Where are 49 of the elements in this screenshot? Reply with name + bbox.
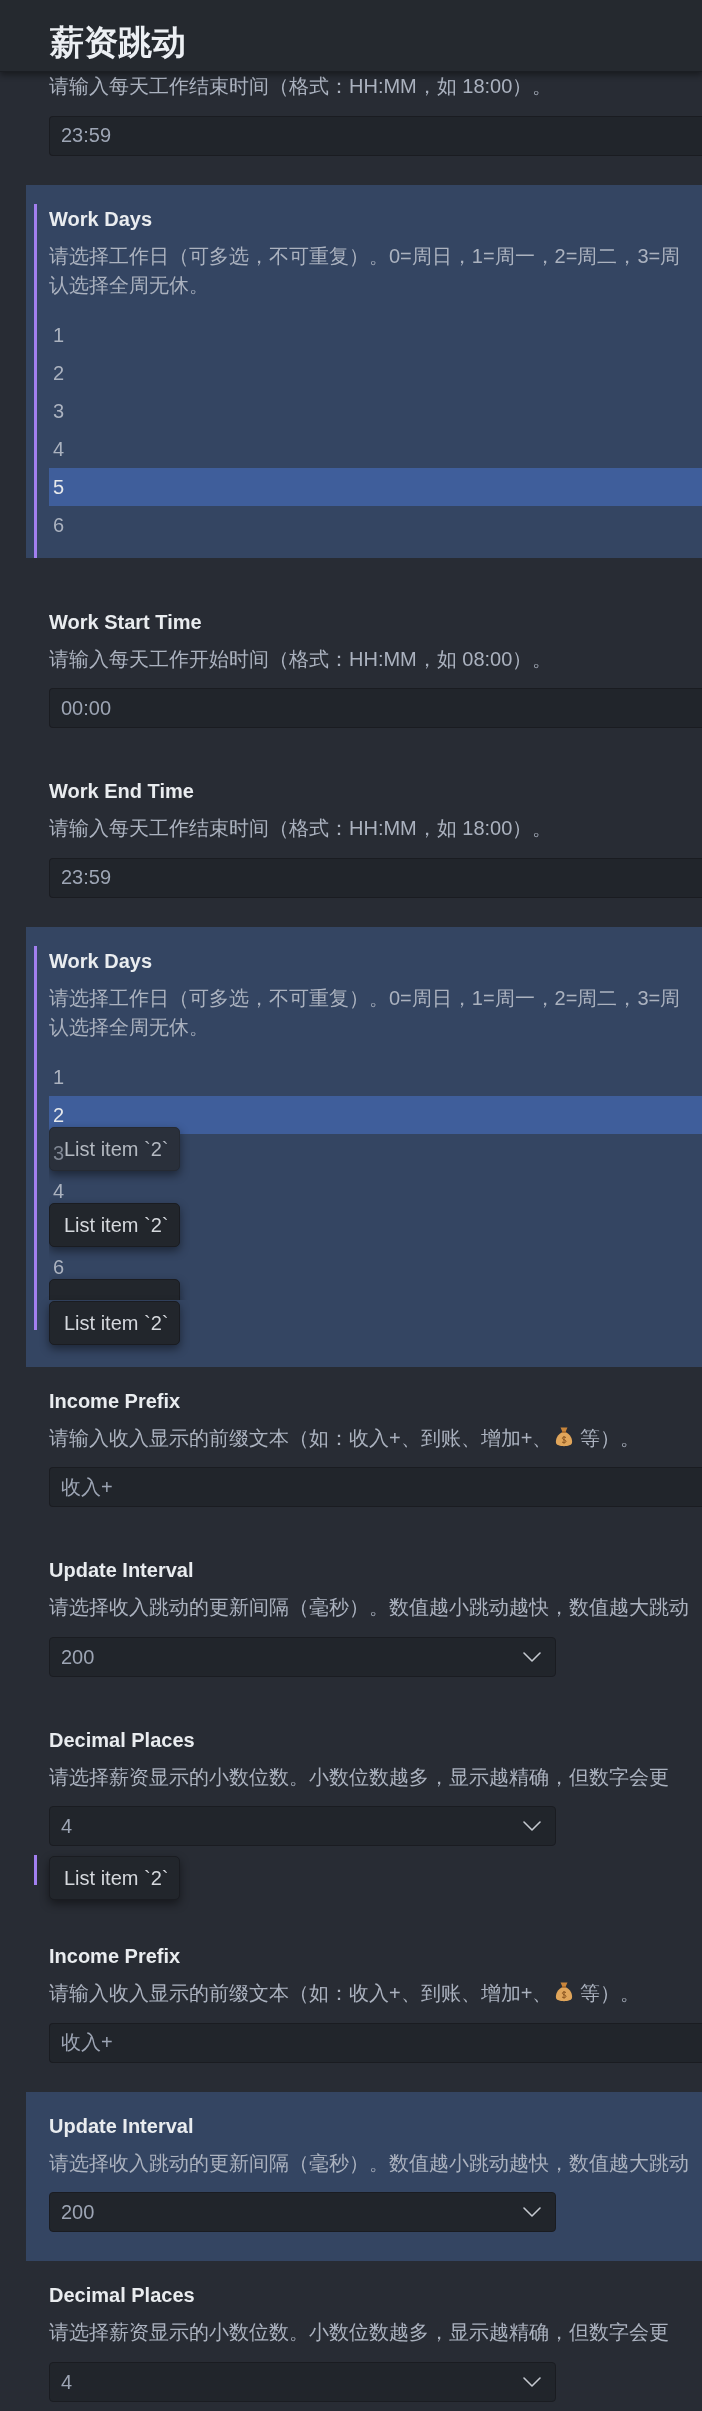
text-field[interactable]: 00:00 (49, 688, 702, 728)
setting-description: 请输入收入显示的前缀文本（如：收入+、到账、增加+、 等）。 (49, 1424, 642, 1451)
setting-description: 请选择工作日（可多选，不可重复）。0=周日，1=周一，2=周二，3=周 认选择全周无休。 (49, 985, 682, 1040)
setting-description: 请选择薪资显示的小数位数。小数位数越多，显示越精确，但数字会更 (49, 2320, 670, 2345)
setting-title: Decimal Places (49, 2283, 196, 2308)
setting-title: Work Days (49, 206, 153, 232)
setting-title: Update Interval (49, 2113, 195, 2139)
dropdown-field[interactable]: 4 (49, 2361, 556, 2402)
chevron-down-icon (523, 1821, 541, 1831)
money-bag-icon (554, 1425, 575, 1448)
chevron-down-icon (523, 1651, 541, 1662)
text-field[interactable]: 23:59 (49, 115, 702, 156)
list-option[interactable]: 1 (49, 315, 702, 354)
text-field[interactable]: 收入+ (49, 1467, 702, 1507)
setting-description: 请选择收入跳动的更新间隔（毫秒）。数值越小跳动越快，数值越大跳动 (49, 2150, 690, 2176)
chevron-down-icon (523, 2376, 541, 2387)
list-option[interactable]: 2 (49, 1095, 702, 1134)
drag-tooltip: List item `2` (49, 1202, 180, 1247)
chevron-down-icon (523, 2207, 541, 2217)
setting-description: 请选择工作日（可多选，不可重复）。0=周日，1=周一，2=周二，3=周 认选择全周无休。 (49, 243, 682, 298)
setting-title: Update Interval (49, 1558, 195, 1583)
setting-title: Decimal Places (49, 1727, 196, 1753)
dropdown-field[interactable]: 200 (49, 2192, 556, 2232)
setting-title: Income Prefix (49, 1388, 182, 1414)
setting-description: 请输入每天工作结束时间（格式：HH:MM，如 18:00）。 (49, 74, 554, 99)
setting-description: 请选择薪资显示的小数位数。小数位数越多，显示越精确，但数字会更 (49, 1764, 670, 1790)
dropdown-field[interactable]: 200 (49, 1636, 556, 1677)
list-option[interactable]: 2 (49, 353, 702, 392)
list-option[interactable]: 1 (49, 1057, 702, 1096)
setting-title: Work Start Time (49, 609, 203, 635)
list-option[interactable]: 4 (49, 429, 702, 468)
list-option[interactable]: 3 (49, 391, 702, 430)
setting-description: 请输入收入显示的前缀文本（如：收入+、到账、增加+、 等）。 (49, 1980, 642, 2006)
setting-title: Work End Time (49, 779, 195, 804)
app-title: 薪资跳动 (50, 22, 186, 63)
list-option[interactable]: 6 (49, 1247, 702, 1286)
drag-tooltip: List item `2` (49, 1300, 180, 1345)
setting-description: 请输入每天工作结束时间（格式：HH:MM，如 18:00）。 (49, 816, 554, 841)
setting-title: Income Prefix (49, 1944, 182, 1969)
drag-tooltip: List item `2` (49, 1856, 180, 1900)
list-option[interactable]: 5 (49, 467, 702, 506)
text-field[interactable]: 23:59 (49, 857, 702, 898)
money-bag-icon (554, 1981, 575, 2003)
list-option[interactable]: 6 (49, 505, 702, 544)
setting-description: 请选择收入跳动的更新间隔（毫秒）。数值越小跳动越快，数值越大跳动 (49, 1595, 690, 1620)
text-field[interactable]: 收入+ (49, 2022, 702, 2063)
setting-title: Work Days (49, 948, 153, 974)
setting-description: 请输入每天工作开始时间（格式：HH:MM，如 08:00）。 (49, 646, 554, 672)
dropdown-field[interactable]: 4 (49, 1806, 556, 1846)
